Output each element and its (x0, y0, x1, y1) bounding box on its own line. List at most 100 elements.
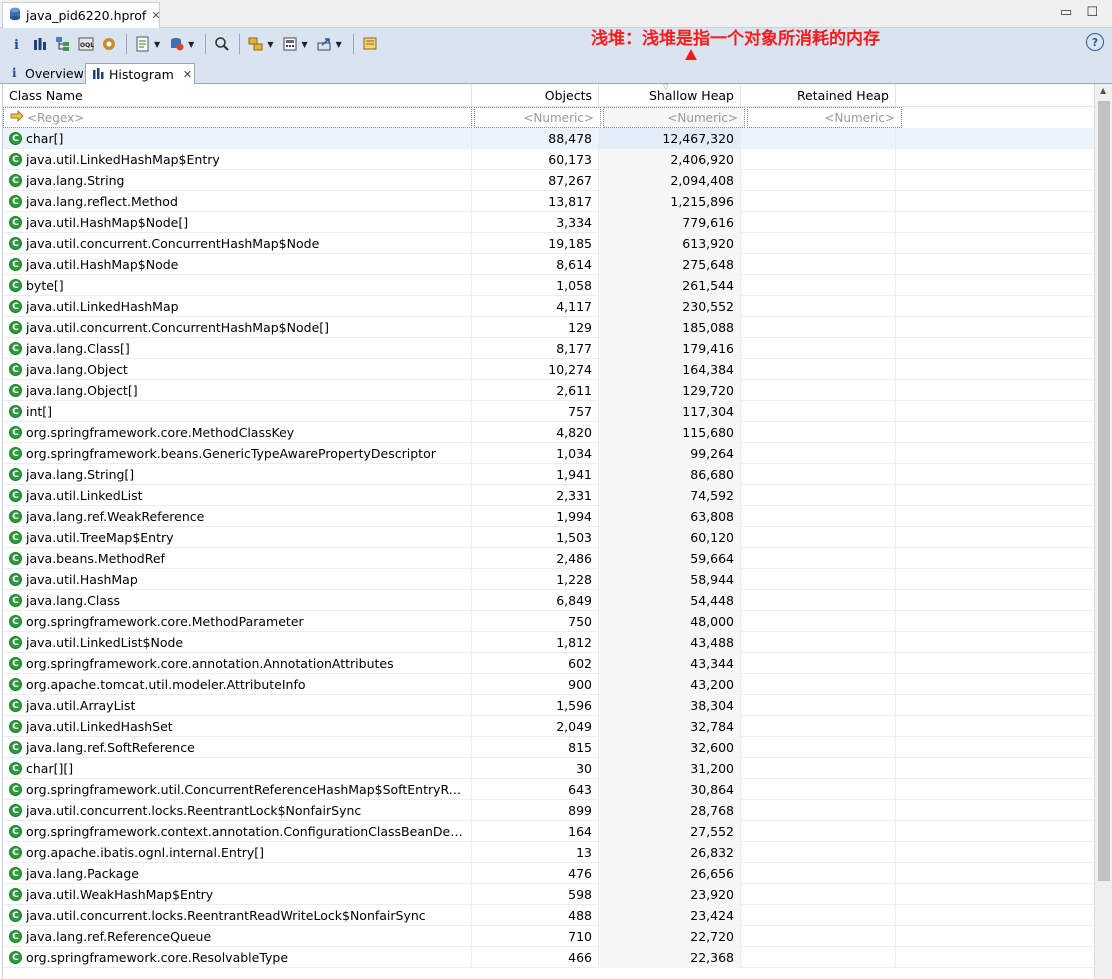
table-row[interactable]: Cjava.lang.ref.ReferenceQueue 710 22,720 (3, 926, 1094, 947)
table-row[interactable]: Corg.springframework.core.annotation.Ann… (3, 653, 1094, 674)
table-row[interactable]: Cjava.util.TreeMap$Entry 1,503 60,120 (3, 527, 1094, 548)
shallow-heap-cell: 43,200 (599, 674, 741, 695)
tab-overview[interactable]: i Overview (4, 63, 84, 84)
table-row[interactable]: Cjava.util.HashMap 1,228 58,944 (3, 569, 1094, 590)
scrollbar-thumb[interactable] (1098, 101, 1110, 881)
objects-cell: 2,486 (472, 548, 599, 569)
close-icon[interactable]: ✕ (151, 9, 160, 22)
column-header-shallow-heap[interactable]: ▽ Shallow Heap (599, 84, 741, 107)
table-row[interactable]: Cjava.util.LinkedList 2,331 74,592 (3, 485, 1094, 506)
class-name-cell: Cjava.util.LinkedHashMap$Entry (3, 149, 472, 170)
maximize-icon[interactable]: ☐ (1086, 5, 1098, 20)
table-row[interactable]: Cjava.util.LinkedHashMap$Entry 60,173 2,40… (3, 149, 1094, 170)
shallow-heap-cell: 38,304 (599, 695, 741, 716)
shallow-heap-cell: 261,544 (599, 275, 741, 296)
column-header-retained-heap[interactable]: Retained Heap (741, 84, 896, 107)
table-row[interactable]: Cjava.lang.Class 6,849 54,448 (3, 590, 1094, 611)
retained-heap-cell (741, 338, 896, 359)
table-row[interactable]: Cjava.util.concurrent.ConcurrentHashMap$… (3, 317, 1094, 338)
table-row[interactable]: Cjava.lang.String 87,267 2,094,408 (3, 170, 1094, 191)
filter-icon[interactable] (359, 33, 381, 55)
class-name-cell: Cjava.util.concurrent.ConcurrentHashMap$… (3, 317, 472, 338)
table-row[interactable]: Corg.springframework.core.ResolvableType… (3, 947, 1094, 968)
export-icon[interactable] (314, 33, 336, 55)
table-row[interactable]: Cbyte[] 1,058 261,544 (3, 275, 1094, 296)
class-icon: C (9, 132, 22, 145)
table-row[interactable]: Cjava.beans.MethodRef 2,486 59,664 (3, 548, 1094, 569)
column-header-objects[interactable]: Objects (472, 84, 599, 107)
histogram-icon[interactable] (29, 33, 51, 55)
close-icon[interactable]: ✕ (183, 68, 192, 81)
shallow-heap-filter-input[interactable]: <Numeric> (603, 107, 745, 128)
table-row[interactable]: Cjava.util.WeakHashMap$Entry 598 23,920 (3, 884, 1094, 905)
class-icon: C (9, 951, 22, 964)
table-row[interactable]: Cjava.util.HashMap$Node 8,614 275,648 (3, 254, 1094, 275)
group-by-icon[interactable] (245, 33, 267, 55)
table-row[interactable]: Cjava.util.HashMap$Node[] 3,334 779,616 (3, 212, 1094, 233)
regex-filter-input[interactable]: <Regex> (3, 107, 472, 128)
table-row[interactable]: Cjava.lang.reflect.Method 13,817 1,215,896 (3, 191, 1094, 212)
retained-heap-filter-input[interactable]: <Numeric> (747, 107, 902, 128)
tab-histogram[interactable]: Histogram ✕ (85, 63, 195, 85)
chevron-down-icon[interactable]: ▼ (267, 40, 273, 49)
shallow-heap-cell: 32,784 (599, 716, 741, 737)
retained-heap-cell (741, 464, 896, 485)
table-row[interactable]: Corg.apache.ibatis.ognl.internal.Entry[]… (3, 842, 1094, 863)
class-name-text: java.util.concurrent.ConcurrentHashMap$N… (26, 320, 330, 335)
objects-cell: 60,173 (472, 149, 599, 170)
table-row[interactable]: Cjava.lang.Object[] 2,611 129,720 (3, 380, 1094, 401)
table-row[interactable]: Corg.springframework.core.MethodClassKey… (3, 422, 1094, 443)
table-row[interactable]: Corg.springframework.beans.GenericTypeAw… (3, 443, 1094, 464)
chevron-down-icon[interactable]: ▼ (188, 40, 194, 49)
table-row[interactable]: Cjava.util.LinkedHashMap 4,117 230,552 (3, 296, 1094, 317)
shallow-heap-cell: 164,384 (599, 359, 741, 380)
table-row[interactable]: Cint[] 757 117,304 (3, 401, 1094, 422)
table-row[interactable]: Cjava.lang.String[] 1,941 86,680 (3, 464, 1094, 485)
editor-tab-hprof[interactable]: java_pid6220.hprof ✕ (2, 2, 161, 28)
table-row[interactable]: Cjava.util.ArrayList 1,596 38,304 (3, 695, 1094, 716)
table-row[interactable]: Cjava.util.concurrent.ConcurrentHashMap$… (3, 233, 1094, 254)
table-row[interactable]: Corg.springframework.util.ConcurrentRefe… (3, 779, 1094, 800)
retained-heap-cell (741, 842, 896, 863)
class-name-cell: Cjava.util.ArrayList (3, 695, 472, 716)
table-row[interactable]: Corg.apache.tomcat.util.modeler.Attribut… (3, 674, 1094, 695)
class-icon: C (9, 720, 22, 733)
scroll-up-icon[interactable]: ▲ (1100, 86, 1106, 95)
minimize-icon[interactable]: ▭ (1060, 5, 1072, 20)
table-row[interactable]: Corg.springframework.core.MethodParamete… (3, 611, 1094, 632)
calculator-icon[interactable] (279, 33, 301, 55)
table-row[interactable]: Cjava.util.LinkedList$Node 1,812 43,488 (3, 632, 1094, 653)
help-icon[interactable]: ? (1086, 33, 1104, 51)
table-row[interactable]: Cjava.lang.ref.SoftReference 815 32,600 (3, 737, 1094, 758)
thread-overview-icon[interactable] (98, 33, 120, 55)
query-browser-icon[interactable] (166, 33, 188, 55)
overview-info-icon[interactable]: i (6, 33, 28, 55)
table-row[interactable]: Cjava.util.LinkedHashSet 2,049 32,784 (3, 716, 1094, 737)
chevron-down-icon[interactable]: ▼ (336, 40, 342, 49)
objects-cell: 710 (472, 926, 599, 947)
chevron-down-icon[interactable]: ▼ (154, 40, 160, 49)
table-row[interactable]: Cjava.lang.Object 10,274 164,384 (3, 359, 1094, 380)
class-name-text: java.lang.reflect.Method (26, 194, 178, 209)
table-row[interactable]: Corg.springframework.context.annotation.… (3, 821, 1094, 842)
table-row[interactable]: Cchar[] 88,478 12,467,320 (3, 128, 1094, 149)
shallow-heap-cell: 43,488 (599, 632, 741, 653)
table-row[interactable]: Cjava.util.concurrent.locks.ReentrantLoc… (3, 800, 1094, 821)
run-report-icon[interactable] (132, 33, 154, 55)
table-row[interactable]: Cjava.lang.Class[] 8,177 179,416 (3, 338, 1094, 359)
table-row[interactable]: Cchar[][] 30 31,200 (3, 758, 1094, 779)
column-header-class-name[interactable]: Class Name (3, 84, 472, 107)
objects-filter-input[interactable]: <Numeric> (474, 107, 601, 128)
class-name-cell: Cint[] (3, 401, 472, 422)
oql-icon[interactable]: OQL (75, 33, 97, 55)
table-row[interactable]: Cjava.lang.Package 476 26,656 (3, 863, 1094, 884)
retained-heap-cell (741, 380, 896, 401)
class-name-text: java.util.concurrent.locks.ReentrantRead… (26, 908, 426, 923)
vertical-scrollbar[interactable]: ▲ (1094, 84, 1112, 979)
chevron-down-icon[interactable]: ▼ (301, 40, 307, 49)
dominator-tree-icon[interactable] (52, 33, 74, 55)
search-icon[interactable] (211, 33, 233, 55)
class-icon: C (9, 447, 22, 460)
table-row[interactable]: Cjava.util.concurrent.locks.ReentrantRea… (3, 905, 1094, 926)
table-row[interactable]: Cjava.lang.ref.WeakReference 1,994 63,808 (3, 506, 1094, 527)
